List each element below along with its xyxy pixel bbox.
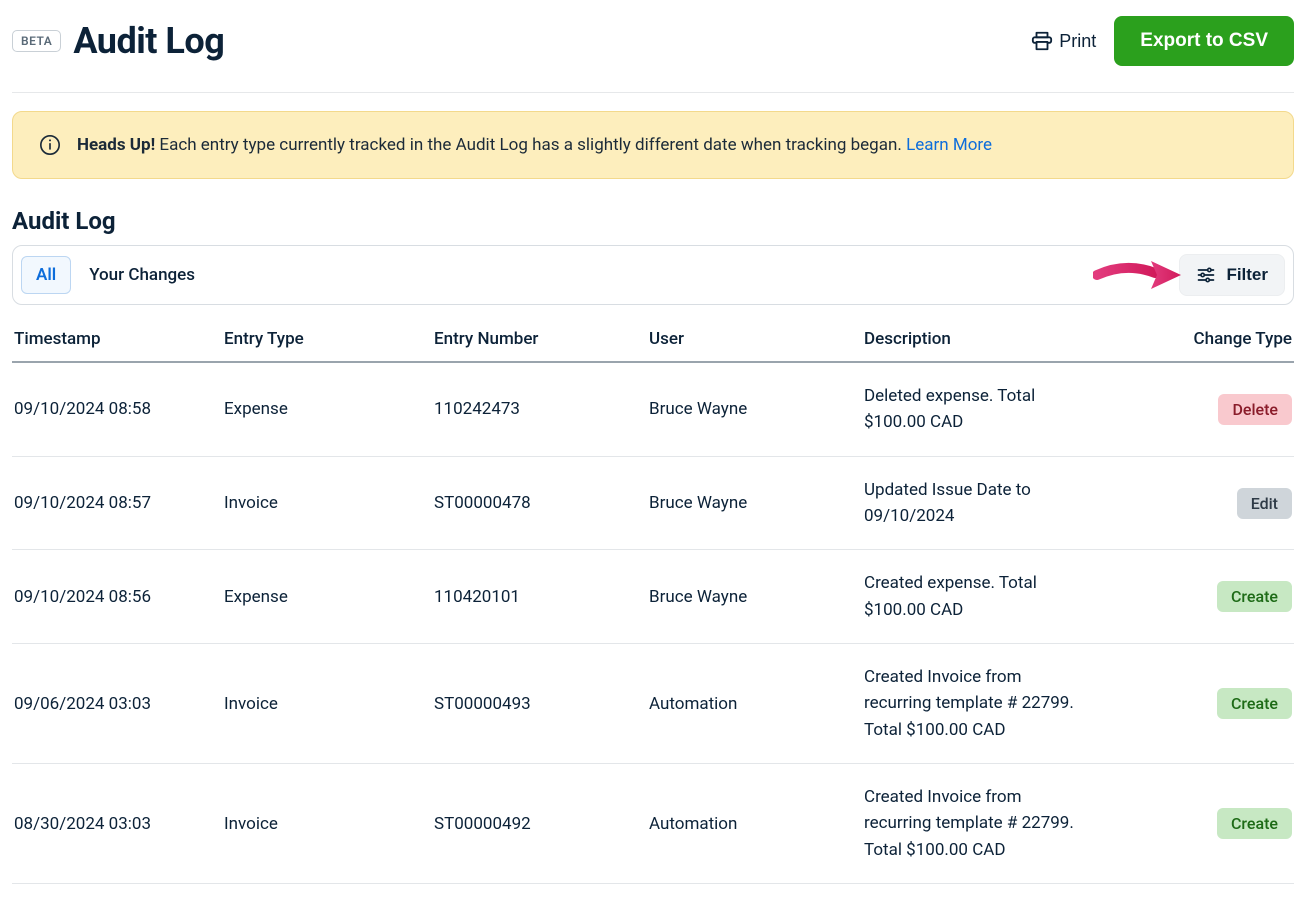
col-entry-number: Entry Number [432, 319, 647, 362]
info-icon [39, 134, 61, 156]
table-row[interactable]: 08/30/2024 03:03InvoiceST00000492Automat… [12, 764, 1294, 884]
section-title: Audit Log [12, 207, 1294, 235]
info-alert: Heads Up! Each entry type currently trac… [12, 111, 1294, 179]
cell-description: Created expense. Total $100.00 CAD [862, 550, 1122, 644]
header-left: BETA Audit Log [12, 20, 224, 62]
cell-user: Bruce Wayne [647, 456, 862, 550]
cell-user: Bruce Wayne [647, 362, 862, 456]
table-row[interactable]: 09/10/2024 08:57InvoiceST00000478Bruce W… [12, 456, 1294, 550]
cell-change-type: Edit [1122, 456, 1294, 550]
cell-description: Created Invoice from recurring template … [862, 764, 1122, 884]
cell-timestamp: 09/10/2024 08:56 [12, 550, 222, 644]
sliders-icon [1196, 265, 1216, 285]
filter-button[interactable]: Filter [1179, 254, 1285, 296]
cell-timestamp: 09/10/2024 08:57 [12, 456, 222, 550]
cell-change-type: Create [1122, 550, 1294, 644]
cell-change-type: Create [1122, 644, 1294, 764]
cell-description: Updated Issue Date to 09/10/2024 [862, 456, 1122, 550]
cell-change-type: Create [1122, 764, 1294, 884]
table-header-row: Timestamp Entry Type Entry Number User D… [12, 319, 1294, 362]
table-row[interactable]: 09/10/2024 08:56Expense110420101Bruce Wa… [12, 550, 1294, 644]
change-type-badge: Create [1217, 808, 1292, 839]
filter-label: Filter [1226, 265, 1268, 285]
filter-bar: All Your Changes Filter [12, 245, 1294, 305]
printer-icon [1031, 30, 1053, 52]
col-timestamp: Timestamp [12, 319, 222, 362]
cell-entry-type: Expense [222, 550, 432, 644]
print-button[interactable]: Print [1031, 30, 1096, 52]
tab-your-changes[interactable]: Your Changes [75, 257, 209, 293]
page-header: BETA Audit Log Print Export to CSV [12, 10, 1294, 93]
col-user: User [647, 319, 862, 362]
page-title: Audit Log [73, 20, 224, 62]
print-label: Print [1059, 31, 1096, 52]
change-type-badge: Create [1217, 688, 1292, 719]
cell-entry-number: ST00000493 [432, 644, 647, 764]
cell-user: Automation [647, 644, 862, 764]
tabs: All Your Changes [21, 256, 209, 294]
alert-bold: Heads Up! [77, 135, 155, 155]
cell-entry-type: Invoice [222, 644, 432, 764]
cell-timestamp: 08/30/2024 03:03 [12, 764, 222, 884]
cell-entry-type: Invoice [222, 764, 432, 884]
change-type-badge: Create [1217, 581, 1292, 612]
change-type-badge: Edit [1237, 488, 1292, 519]
cell-timestamp: 09/06/2024 03:03 [12, 644, 222, 764]
beta-badge: BETA [12, 30, 61, 52]
col-entry-type: Entry Type [222, 319, 432, 362]
change-type-badge: Delete [1218, 394, 1292, 425]
cell-description: Deleted expense. Total $100.00 CAD [862, 362, 1122, 456]
col-change-type: Change Type [1122, 319, 1294, 362]
cell-entry-type: Invoice [222, 456, 432, 550]
cell-entry-number: ST00000478 [432, 456, 647, 550]
cell-timestamp: 09/10/2024 08:58 [12, 362, 222, 456]
cell-entry-number: 110242473 [432, 362, 647, 456]
cell-entry-type: Expense [222, 362, 432, 456]
export-csv-button[interactable]: Export to CSV [1114, 16, 1294, 66]
cell-entry-number: 110420101 [432, 550, 647, 644]
col-description: Description [862, 319, 1122, 362]
cell-description: Created Invoice from recurring template … [862, 644, 1122, 764]
cell-entry-number: ST00000492 [432, 764, 647, 884]
cell-user: Automation [647, 764, 862, 884]
header-right: Print Export to CSV [1031, 16, 1294, 66]
alert-text: Heads Up! Each entry type currently trac… [77, 135, 992, 155]
audit-log-table: Timestamp Entry Type Entry Number User D… [12, 319, 1294, 884]
table-row[interactable]: 09/06/2024 03:03InvoiceST00000493Automat… [12, 644, 1294, 764]
cell-change-type: Delete [1122, 362, 1294, 456]
pointer-arrow-icon [1093, 256, 1183, 294]
table-row[interactable]: 09/10/2024 08:58Expense110242473Bruce Wa… [12, 362, 1294, 456]
learn-more-link[interactable]: Learn More [906, 135, 992, 155]
alert-body: Each entry type currently tracked in the… [159, 135, 901, 155]
tab-all[interactable]: All [21, 256, 71, 294]
cell-user: Bruce Wayne [647, 550, 862, 644]
